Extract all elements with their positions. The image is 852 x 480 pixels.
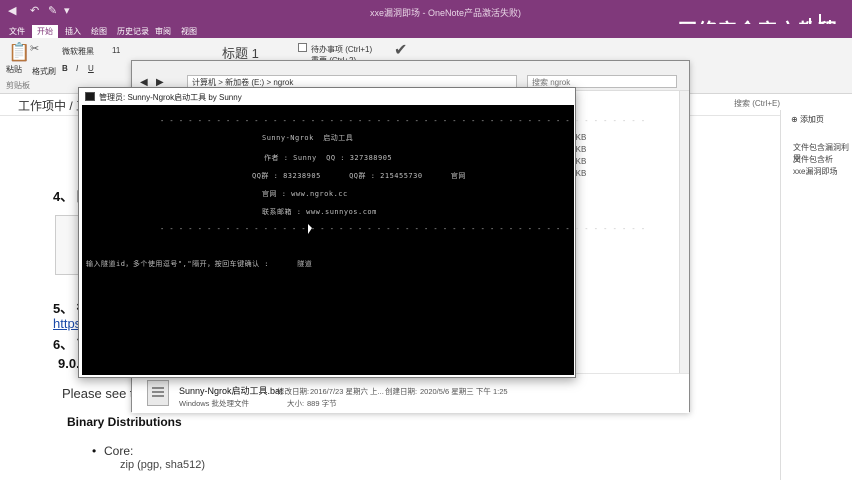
- document-title: xxe漏洞即场 - OneNote产品激活失败): [370, 8, 522, 18]
- tab-view[interactable]: 视图: [176, 25, 202, 38]
- bat-file-icon: [147, 380, 169, 406]
- modified-label: 修改日期:: [277, 387, 310, 396]
- created-label: 创建日期:: [385, 387, 418, 396]
- page-list-item[interactable]: xxe漏洞即场: [793, 166, 837, 177]
- format-painter-button[interactable]: 格式刷: [32, 66, 56, 77]
- tab-insert[interactable]: 插入: [60, 25, 86, 38]
- explorer-details-pane: Sunny-Ngrok启动工具.bat Windows 批处理文件 修改日期: …: [132, 373, 689, 413]
- note-bullet: •: [92, 444, 97, 458]
- bold-button[interactable]: B: [62, 64, 68, 73]
- tab-history[interactable]: 历史记录: [112, 25, 154, 38]
- selected-file-name: Sunny-Ngrok启动工具.bat: [179, 386, 283, 396]
- page-list-item[interactable]: 文件包含析: [793, 154, 833, 165]
- add-page-label: 添加页: [799, 115, 824, 124]
- file-size-bytes: 889 字节: [307, 399, 337, 408]
- note-core: Core:: [104, 444, 134, 458]
- pen-icon[interactable]: ✎: [48, 4, 57, 17]
- console-line: 作者 : Sunny QQ : 327388905: [264, 154, 393, 162]
- paste-button[interactable]: 粘贴: [6, 64, 22, 75]
- qat-dropdown-icon[interactable]: ▾: [64, 4, 70, 17]
- back-icon[interactable]: ◀: [8, 4, 16, 17]
- clipboard-group-label: 剪贴板: [6, 81, 30, 90]
- note-zip: zip (pgp, sha512): [120, 459, 205, 471]
- checkmark-icon[interactable]: ✔: [394, 40, 407, 60]
- tab-home[interactable]: 开始: [32, 25, 58, 38]
- console-line: Sunny-Ngrok 启动工具: [262, 134, 354, 142]
- font-select[interactable]: 微软雅黑: [62, 46, 94, 57]
- ribbon-tabs: 文件 开始 插入 绘图 历史记录 审阅 视图: [0, 24, 852, 38]
- size-label: 大小:: [287, 399, 305, 408]
- page-list-panel: ⊕ 添加页 文件包含漏洞利用 文件包含析 xxe漏洞即场: [780, 110, 852, 480]
- created-date: 2020/5/6 星期三 下午 1:25: [420, 387, 508, 396]
- console-line: QQ群 : 83238905 QQ群 : 215455730 官网: [252, 172, 466, 180]
- console-output[interactable]: - - - - - - - - - - - - - - - - - - - - …: [82, 105, 645, 375]
- console-line: 联系邮箱 : www.sunnyos.com: [262, 208, 377, 216]
- modified-date: 2016/7/23 星期六 上...: [310, 387, 384, 396]
- console-icon: [85, 92, 95, 101]
- tab-file[interactable]: 文件: [4, 25, 30, 38]
- mouse-cursor-icon: [308, 224, 312, 234]
- console-line: - - - - - - - - - - - - - - - - - - - - …: [160, 225, 646, 233]
- console-title: 管理员: Sunny-Ngrok启动工具 by Sunny: [99, 93, 242, 102]
- italic-button[interactable]: I: [76, 64, 78, 73]
- todo-checkbox[interactable]: [298, 43, 307, 52]
- add-page-button[interactable]: ⊕ 添加页: [791, 114, 824, 125]
- underline-button[interactable]: U: [88, 64, 94, 73]
- note-link[interactable]: https: [53, 316, 81, 331]
- tab-draw[interactable]: 绘图: [86, 25, 112, 38]
- note-binary-distributions: Binary Distributions: [67, 415, 182, 429]
- explorer-scrollbar[interactable]: [679, 91, 689, 373]
- note-version: 9.0.: [58, 356, 80, 371]
- undo-icon[interactable]: ↶: [30, 4, 39, 17]
- search-input[interactable]: 搜索 (Ctrl+E): [734, 98, 780, 109]
- console-title-bar[interactable]: 管理员: Sunny-Ngrok启动工具 by Sunny: [79, 88, 575, 105]
- console-line: - - - - - - - - - - - - - - - - - - - - …: [160, 117, 646, 125]
- todo-tag[interactable]: 待办事项 (Ctrl+1): [311, 44, 372, 55]
- console-prompt: 输入隧道id，多个使用逗号","隔开，按回车键确认 : 隧道: [86, 260, 313, 268]
- console-window[interactable]: 管理员: Sunny-Ngrok启动工具 by Sunny - - - - - …: [78, 87, 645, 378]
- tab-review[interactable]: 审阅: [150, 25, 176, 38]
- paste-icon[interactable]: 📋: [8, 42, 30, 63]
- selected-file-type: Windows 批处理文件: [179, 399, 250, 408]
- console-line: 官网 : www.ngrok.cc: [262, 190, 348, 198]
- font-size-select[interactable]: 11: [112, 46, 120, 55]
- cut-icon[interactable]: ✂: [30, 42, 39, 55]
